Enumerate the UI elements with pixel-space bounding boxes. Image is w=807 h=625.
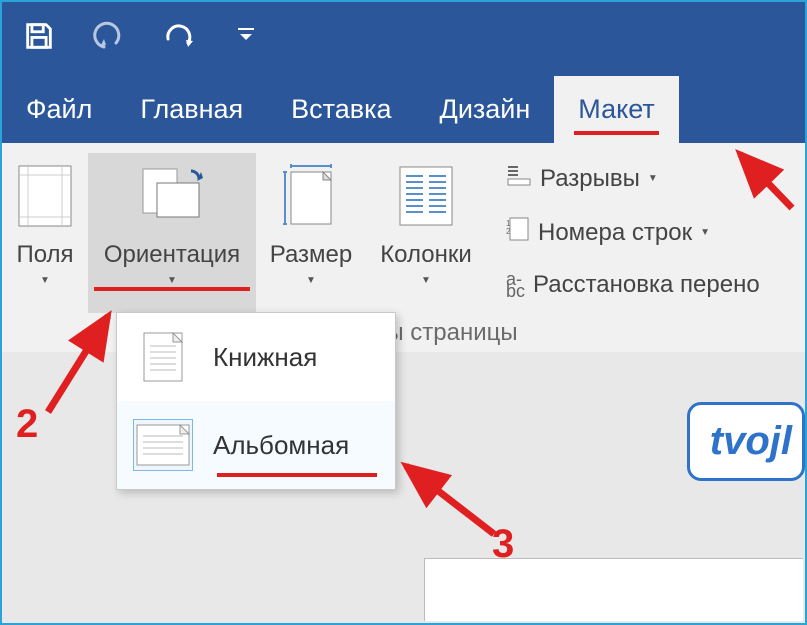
tab-home[interactable]: Главная bbox=[116, 76, 267, 143]
chevron-down-icon: ▼ bbox=[700, 227, 710, 238]
orientation-button[interactable]: Ориентация ▼ bbox=[88, 153, 256, 313]
annotation-underline bbox=[94, 287, 250, 291]
orientation-label: Ориентация bbox=[104, 241, 240, 269]
hyphenation-icon: a-bc bbox=[506, 273, 525, 297]
annotation-arrow-2 bbox=[38, 302, 128, 422]
tab-design[interactable]: Дизайн bbox=[416, 76, 555, 143]
save-icon[interactable] bbox=[22, 19, 56, 53]
breaks-label: Разрывы bbox=[540, 165, 640, 193]
svg-text:2: 2 bbox=[506, 227, 511, 236]
undo-icon[interactable] bbox=[86, 21, 130, 51]
orientation-icon bbox=[137, 161, 207, 231]
margins-label: Поля bbox=[16, 241, 73, 269]
margins-button[interactable]: Поля ▼ bbox=[2, 153, 88, 313]
portrait-icon bbox=[133, 331, 193, 383]
orientation-landscape-label: Альбомная bbox=[213, 430, 349, 461]
breaks-icon bbox=[506, 163, 532, 194]
annotation-number-2: 2 bbox=[16, 402, 38, 447]
annotation-number-3: 3 bbox=[492, 522, 514, 567]
ribbon-tabs: Файл Главная Вставка Дизайн Макет bbox=[2, 70, 805, 143]
columns-icon bbox=[399, 161, 453, 231]
chevron-down-icon: ▼ bbox=[40, 275, 50, 286]
tab-layout[interactable]: Макет bbox=[554, 76, 678, 143]
annotation-arrow-1 bbox=[722, 138, 802, 218]
columns-button[interactable]: Колонки ▼ bbox=[366, 153, 486, 313]
margins-icon bbox=[18, 161, 72, 231]
tab-insert[interactable]: Вставка bbox=[267, 76, 415, 143]
landscape-icon bbox=[133, 419, 193, 471]
size-button[interactable]: Размер ▼ bbox=[256, 153, 366, 313]
size-label: Размер bbox=[270, 241, 353, 269]
tab-layout-label: Макет bbox=[578, 94, 654, 124]
orientation-landscape-item[interactable]: Альбомная bbox=[117, 401, 395, 489]
watermark-badge: tvojl bbox=[687, 402, 805, 481]
orientation-portrait-label: Книжная bbox=[213, 342, 317, 373]
hyphenation-button[interactable]: a-bc Расстановка перено bbox=[498, 267, 768, 303]
document-page[interactable] bbox=[424, 558, 803, 621]
chevron-down-icon: ▼ bbox=[421, 275, 431, 286]
hyphenation-label: Расстановка перено bbox=[533, 271, 760, 299]
orientation-dropdown: Книжная Альбомная bbox=[116, 312, 396, 490]
redo-icon[interactable] bbox=[160, 19, 196, 53]
chevron-down-icon: ▼ bbox=[648, 173, 658, 184]
line-numbers-label: Номера строк bbox=[538, 219, 692, 247]
line-numbers-icon: 12 bbox=[506, 216, 530, 249]
chevron-down-icon: ▼ bbox=[306, 275, 316, 286]
annotation-arrow-3 bbox=[394, 454, 504, 544]
orientation-portrait-item[interactable]: Книжная bbox=[117, 313, 395, 401]
quick-access-toolbar bbox=[2, 2, 805, 70]
customize-qat-icon[interactable] bbox=[236, 24, 256, 49]
annotation-underline bbox=[574, 131, 658, 135]
tab-file[interactable]: Файл bbox=[2, 76, 116, 143]
annotation-underline bbox=[217, 473, 377, 477]
columns-label: Колонки bbox=[380, 241, 472, 269]
line-numbers-button[interactable]: 12 Номера строк ▼ bbox=[498, 212, 768, 253]
size-icon bbox=[283, 161, 339, 231]
chevron-down-icon: ▼ bbox=[167, 275, 177, 286]
